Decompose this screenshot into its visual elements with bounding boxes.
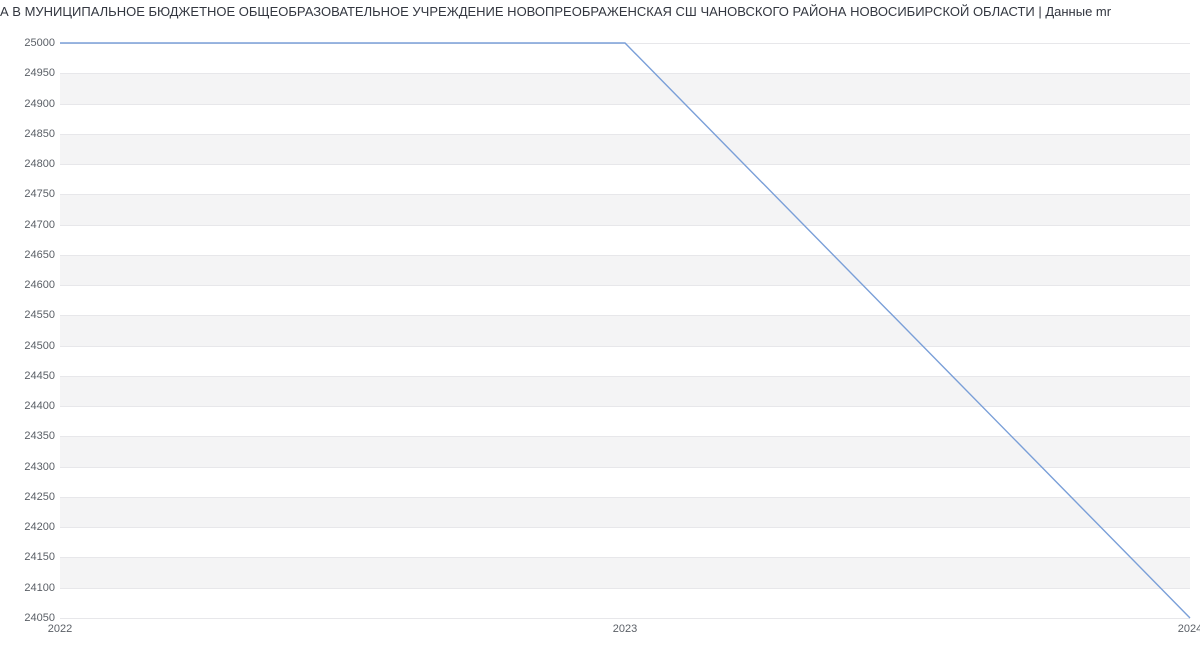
chart-container: 2405024100241502420024250243002435024400… [0, 19, 1200, 649]
y-tick-label: 24900 [5, 98, 55, 110]
y-tick-label: 24700 [5, 219, 55, 231]
y-tick-label: 24200 [5, 521, 55, 533]
x-tick-label: 2023 [613, 623, 637, 635]
chart-title: А В МУНИЦИПАЛЬНОЕ БЮДЖЕТНОЕ ОБЩЕОБРАЗОВА… [0, 0, 1200, 19]
y-tick-label: 24650 [5, 249, 55, 261]
y-tick-label: 24450 [5, 370, 55, 382]
plot-area [60, 43, 1190, 619]
y-tick-label: 24850 [5, 128, 55, 140]
y-tick-label: 25000 [5, 37, 55, 49]
y-tick-label: 24350 [5, 430, 55, 442]
y-tick-label: 24550 [5, 309, 55, 321]
y-tick-label: 24800 [5, 158, 55, 170]
y-tick-label: 24400 [5, 400, 55, 412]
x-tick-label: 2024 [1178, 623, 1200, 635]
y-tick-label: 24600 [5, 279, 55, 291]
x-tick-label: 2022 [48, 623, 72, 635]
y-tick-label: 24150 [5, 551, 55, 563]
y-tick-label: 24950 [5, 67, 55, 79]
y-tick-label: 24100 [5, 582, 55, 594]
line-series [60, 43, 1190, 618]
y-tick-label: 24300 [5, 461, 55, 473]
y-gridline [60, 618, 1190, 619]
y-tick-label: 24750 [5, 188, 55, 200]
y-tick-label: 24250 [5, 491, 55, 503]
y-tick-label: 24500 [5, 340, 55, 352]
